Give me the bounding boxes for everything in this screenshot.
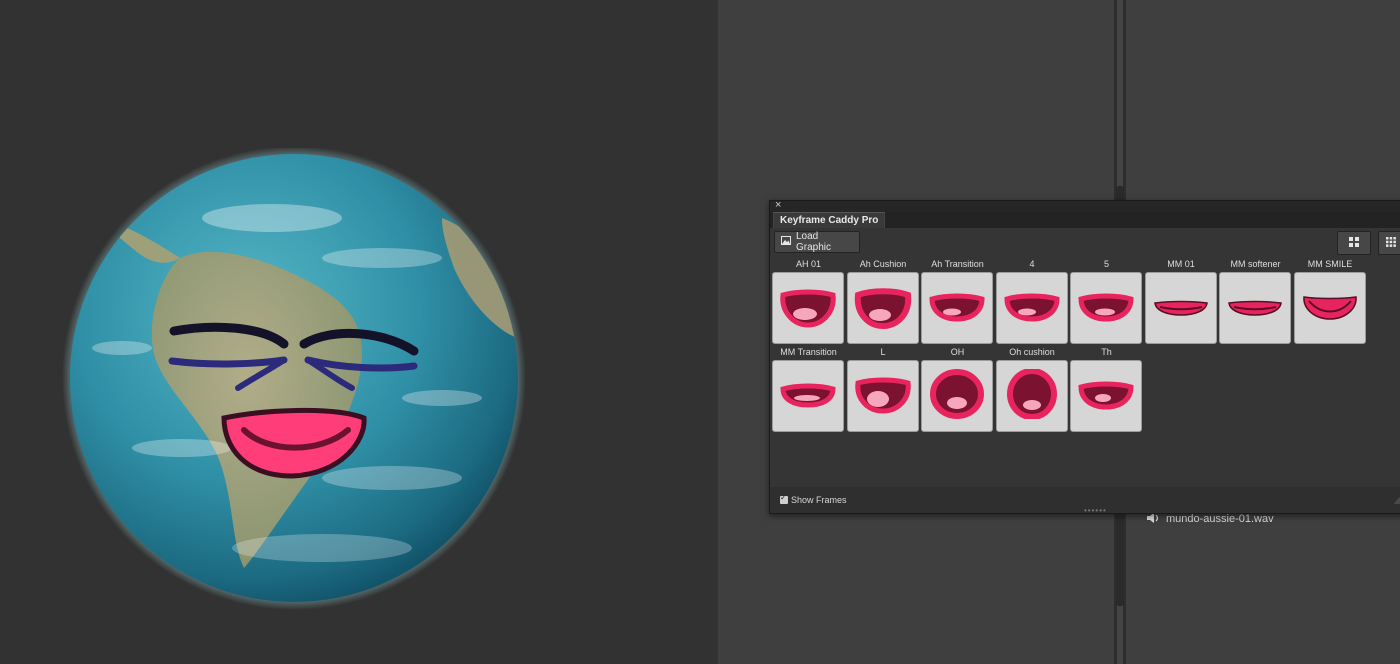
panel-body: Load Graphic AH 01 Ah Cushion Ah Transit… bbox=[770, 228, 1400, 515]
mouth-tile[interactable]: Oh cushion bbox=[995, 346, 1069, 432]
mouth-shape-icon bbox=[852, 369, 914, 424]
panel-toolbar: Load Graphic bbox=[770, 228, 1400, 258]
large-grid-view-button[interactable] bbox=[1337, 231, 1371, 255]
mouth-shape-icon bbox=[1075, 281, 1137, 336]
load-graphic-button[interactable]: Load Graphic bbox=[774, 231, 860, 253]
image-icon bbox=[781, 236, 791, 248]
mouth-tile-label: MM 01 bbox=[1167, 259, 1195, 269]
mouth-thumbnail[interactable] bbox=[772, 272, 844, 344]
mouth-thumbnail[interactable] bbox=[921, 272, 993, 344]
mouth-tile-label: AH 01 bbox=[795, 259, 821, 269]
mouth-tile[interactable]: AH 01 bbox=[772, 258, 845, 344]
mouth-shape-icon bbox=[1224, 281, 1286, 336]
mouth-tile-label: 5 bbox=[1103, 259, 1109, 269]
panel-tab-bar: Keyframe Caddy Pro bbox=[770, 212, 1400, 229]
mouth-tile[interactable]: OH bbox=[921, 346, 994, 432]
mouth-shape-icon bbox=[1001, 367, 1063, 424]
load-graphic-label: Load Graphic bbox=[796, 231, 832, 253]
mouth-shape-icon bbox=[1001, 281, 1063, 336]
small-grid-icon bbox=[1386, 236, 1396, 250]
mouth-tile[interactable]: MM 01 bbox=[1144, 258, 1218, 344]
mouth-shape-icon bbox=[1075, 369, 1137, 424]
keyframe-caddy-panel: × Keyframe Caddy Pro Load Graphic AH 01 … bbox=[769, 198, 1400, 515]
resize-grip-icon[interactable] bbox=[1392, 491, 1400, 510]
mouth-tile[interactable]: L bbox=[846, 346, 920, 432]
mouth-tile[interactable]: 4 bbox=[995, 258, 1069, 344]
mouth-tile[interactable]: MM SMILE bbox=[1293, 258, 1367, 344]
tab-keyframe-caddy-pro[interactable]: Keyframe Caddy Pro bbox=[773, 212, 886, 229]
mouth-thumbnail[interactable] bbox=[995, 272, 1068, 344]
large-grid-icon bbox=[1349, 236, 1359, 250]
mouth-tile-label: Oh cushion bbox=[1009, 347, 1055, 357]
earth-globe-image bbox=[62, 146, 526, 610]
mouth-shape-icon bbox=[926, 368, 988, 424]
mouth-tile[interactable]: 5 bbox=[1070, 258, 1143, 344]
panel-footer: Show Frames •••••• bbox=[770, 487, 1400, 515]
small-grid-view-button[interactable] bbox=[1378, 231, 1400, 255]
mouth-thumbnail[interactable] bbox=[1070, 272, 1142, 344]
panel-title-strip: × bbox=[770, 198, 1400, 212]
mouth-tile[interactable]: MM Transition bbox=[772, 346, 845, 432]
show-frames-toggle[interactable]: Show Frames bbox=[780, 493, 847, 505]
mouth-tile-label: 4 bbox=[1029, 259, 1035, 269]
mouth-shape-icon bbox=[852, 281, 914, 336]
mouth-thumbnail[interactable] bbox=[846, 360, 919, 432]
close-icon[interactable]: × bbox=[775, 198, 781, 212]
mouth-tile[interactable]: Ah Transition bbox=[921, 258, 994, 344]
mouth-thumbnail[interactable] bbox=[921, 360, 993, 432]
mouth-thumbnail[interactable] bbox=[772, 360, 844, 432]
earth-character[interactable] bbox=[62, 146, 526, 612]
panel-resize-handle[interactable]: •••••• bbox=[1084, 506, 1107, 515]
audio-file-name: mundo-aussie-01.wav bbox=[1166, 513, 1274, 525]
mouth-tile-label: Ah Cushion bbox=[859, 259, 907, 269]
mouth-shape-icon bbox=[1299, 281, 1361, 336]
mouth-tile-label: OH bbox=[950, 347, 965, 357]
mouth-tile-label: MM Transition bbox=[780, 347, 837, 357]
mouth-shape-icon bbox=[926, 281, 988, 336]
mouth-thumbnail[interactable] bbox=[1293, 272, 1366, 344]
mouth-tile[interactable]: Th bbox=[1070, 346, 1143, 432]
mouth-tile-label: Th bbox=[1101, 347, 1112, 357]
mouth-thumbnail[interactable] bbox=[1219, 272, 1291, 344]
mouth-thumbnail[interactable] bbox=[995, 360, 1068, 432]
mouth-shape-icon bbox=[777, 369, 839, 424]
mouth-shape-icon bbox=[1150, 281, 1212, 336]
mouth-thumbnail[interactable] bbox=[1070, 360, 1142, 432]
mouth-shape-icon bbox=[777, 281, 839, 336]
show-frames-checkbox[interactable] bbox=[780, 493, 788, 504]
mouth-thumbnail[interactable] bbox=[1144, 272, 1217, 344]
mouth-tile-label: MM SMILE bbox=[1307, 259, 1353, 269]
composition-viewer[interactable] bbox=[0, 0, 718, 664]
mouth-tile[interactable]: Ah Cushion bbox=[846, 258, 920, 344]
mouth-tile-label: MM softener bbox=[1230, 259, 1281, 269]
mouth-tile[interactable]: MM softener bbox=[1219, 258, 1292, 344]
mouth-tile-label: L bbox=[880, 347, 886, 357]
mouth-tile-label: Ah Transition bbox=[931, 259, 984, 269]
mouth-thumbnail[interactable] bbox=[846, 272, 919, 344]
show-frames-label: Show Frames bbox=[791, 495, 847, 505]
